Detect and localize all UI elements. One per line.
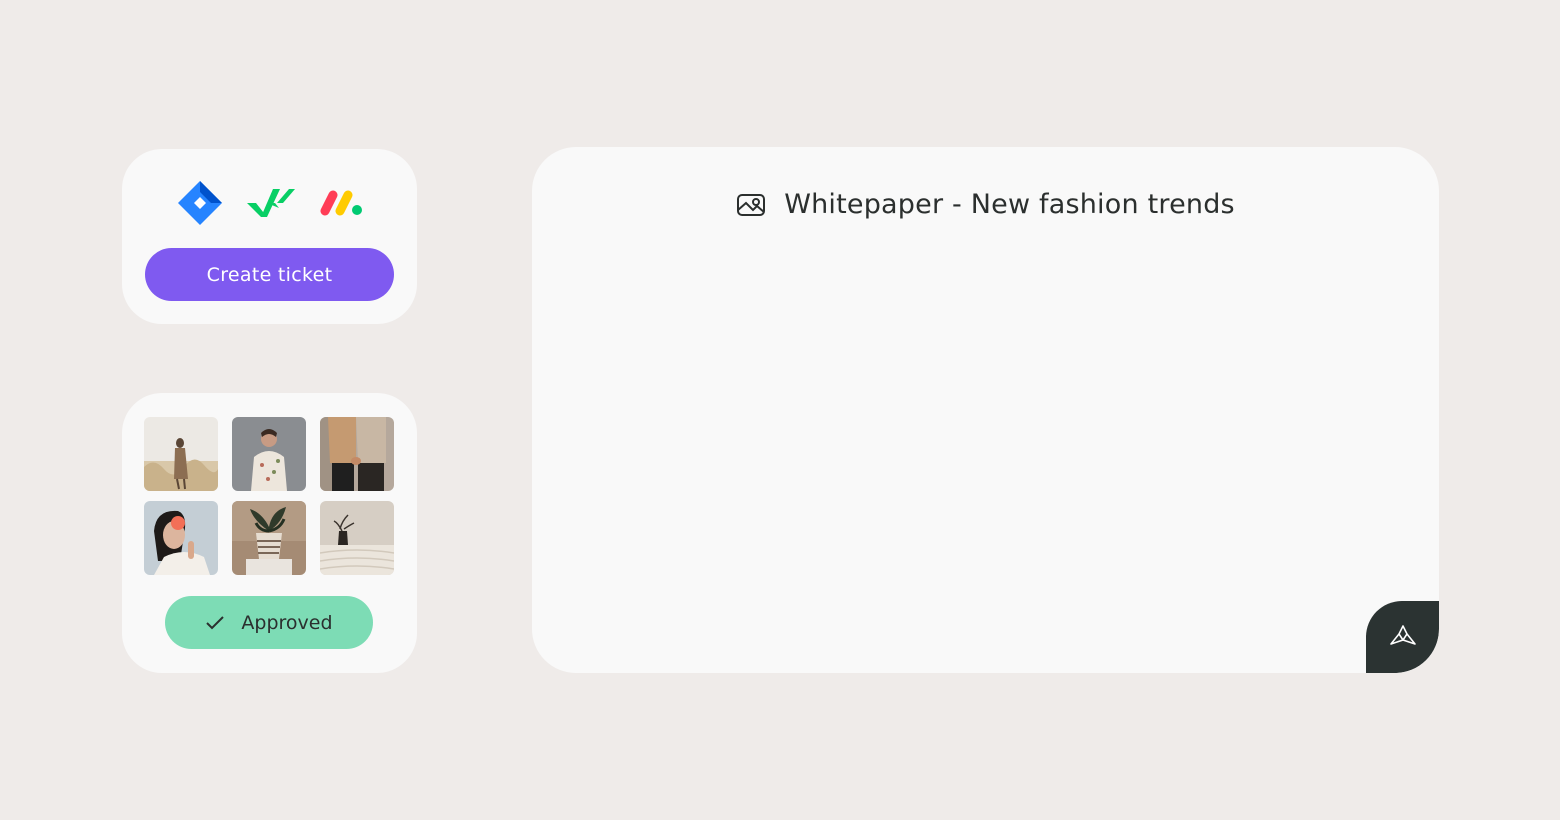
corner-action-button[interactable] [1366,601,1439,673]
document-title: Whitepaper - New fashion trends [784,189,1235,220]
integration-logos [122,180,417,226]
thumbnail-vase-on-bed[interactable] [320,501,394,575]
thumbnail-potted-plant[interactable] [232,501,306,575]
ticket-card: Create ticket [122,149,417,324]
brand-logo-icon [1389,625,1416,645]
document-header: Whitepaper - New fashion trends [532,189,1439,220]
approved-button[interactable]: Approved [165,596,373,649]
document-panel: Whitepaper - New fashion trends [532,147,1439,673]
thumbnail-couple-holding-hands[interactable] [320,417,394,491]
create-ticket-button[interactable]: Create ticket [145,248,394,301]
gallery-card: Approved [122,393,417,673]
wrike-logo-icon[interactable] [246,187,295,219]
checkmark-icon [206,615,225,629]
thumbnail-grid [144,417,394,575]
thumbnail-woman-in-floral-dress[interactable] [232,417,306,491]
approved-label: Approved [241,611,333,634]
jira-logo-icon[interactable] [177,180,223,226]
thumbnail-woman-with-flower[interactable] [144,501,218,575]
image-icon [737,193,766,216]
monday-logo-icon[interactable] [319,189,363,217]
thumbnail-woman-in-wheat-field[interactable] [144,417,218,491]
